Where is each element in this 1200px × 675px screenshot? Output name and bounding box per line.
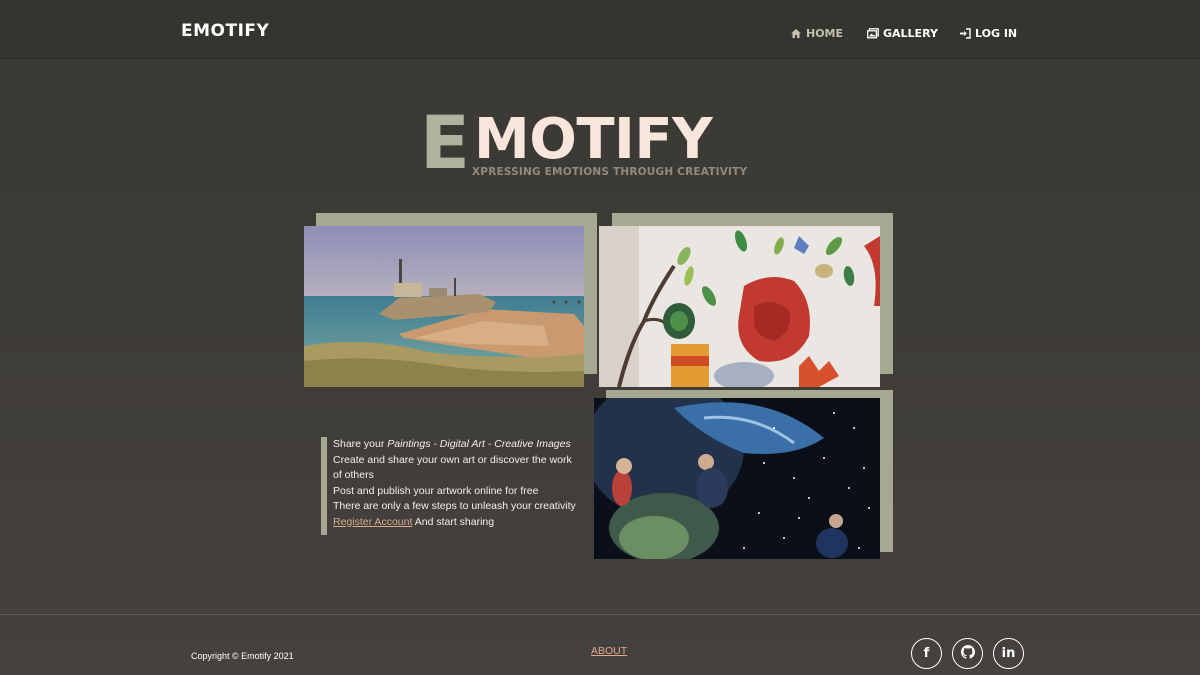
nav-gallery[interactable]: GALLERY [867, 25, 938, 41]
nav-gallery-label: GALLERY [883, 26, 938, 40]
gallery-icon [867, 27, 879, 39]
github-icon [960, 644, 975, 663]
intro-line-5-suffix: And start sharing [412, 515, 495, 528]
github-button[interactable] [952, 638, 983, 669]
facebook-button[interactable]: f [911, 638, 942, 669]
hero-title-rest: MOTIFY [474, 107, 713, 172]
nav-login-label: LOG IN [975, 26, 1018, 40]
intro-line-1-emphasis: Paintings - Digital Art - Creative Image… [387, 438, 571, 450]
brand-logo[interactable]: EMOTIFY [181, 21, 269, 41]
linkedin-button[interactable]: in [993, 638, 1024, 669]
painting-photo[interactable] [599, 226, 880, 387]
home-icon [790, 28, 802, 39]
space-art-photo[interactable] [594, 398, 880, 559]
linkedin-icon: in [1001, 646, 1016, 661]
intro-line-3: Post and publish your artwork online for… [333, 484, 539, 497]
nav-login[interactable]: LOG IN [959, 25, 1017, 41]
copyright-text: Copyright © Emotify 2021 [191, 651, 294, 661]
navbar: EMOTIFY HOME GALLERY LOG IN [0, 0, 1200, 59]
shipwreck-photo[interactable] [304, 226, 584, 387]
intro-line-2: Create and share your own art or discove… [333, 453, 572, 482]
intro-line-1: Share your Paintings - Digital Art - Cre… [333, 437, 583, 453]
intro-line-1-prefix: Share your [333, 438, 388, 450]
login-icon [959, 27, 971, 39]
footer-divider [0, 614, 1200, 615]
about-link[interactable]: ABOUT [591, 645, 627, 657]
intro-text-block: Share your Paintings - Digital Art - Cre… [321, 437, 583, 535]
hero-title: E MOTIFY XPRESSING EMOTIONS THROUGH CREA… [420, 101, 780, 186]
facebook-icon: f [923, 646, 930, 661]
intro-line-4: There are only a few steps to unleash yo… [333, 500, 576, 512]
intro-line-5: Register Account And start sharing [333, 515, 583, 531]
hero-title-initial: E [420, 101, 470, 186]
nav-home[interactable]: HOME [790, 25, 843, 41]
nav-home-label: HOME [806, 26, 844, 40]
hero-tagline: XPRESSING EMOTIONS THROUGH CREATIVITY [472, 166, 748, 178]
register-account-link[interactable]: Register Account [333, 516, 412, 528]
